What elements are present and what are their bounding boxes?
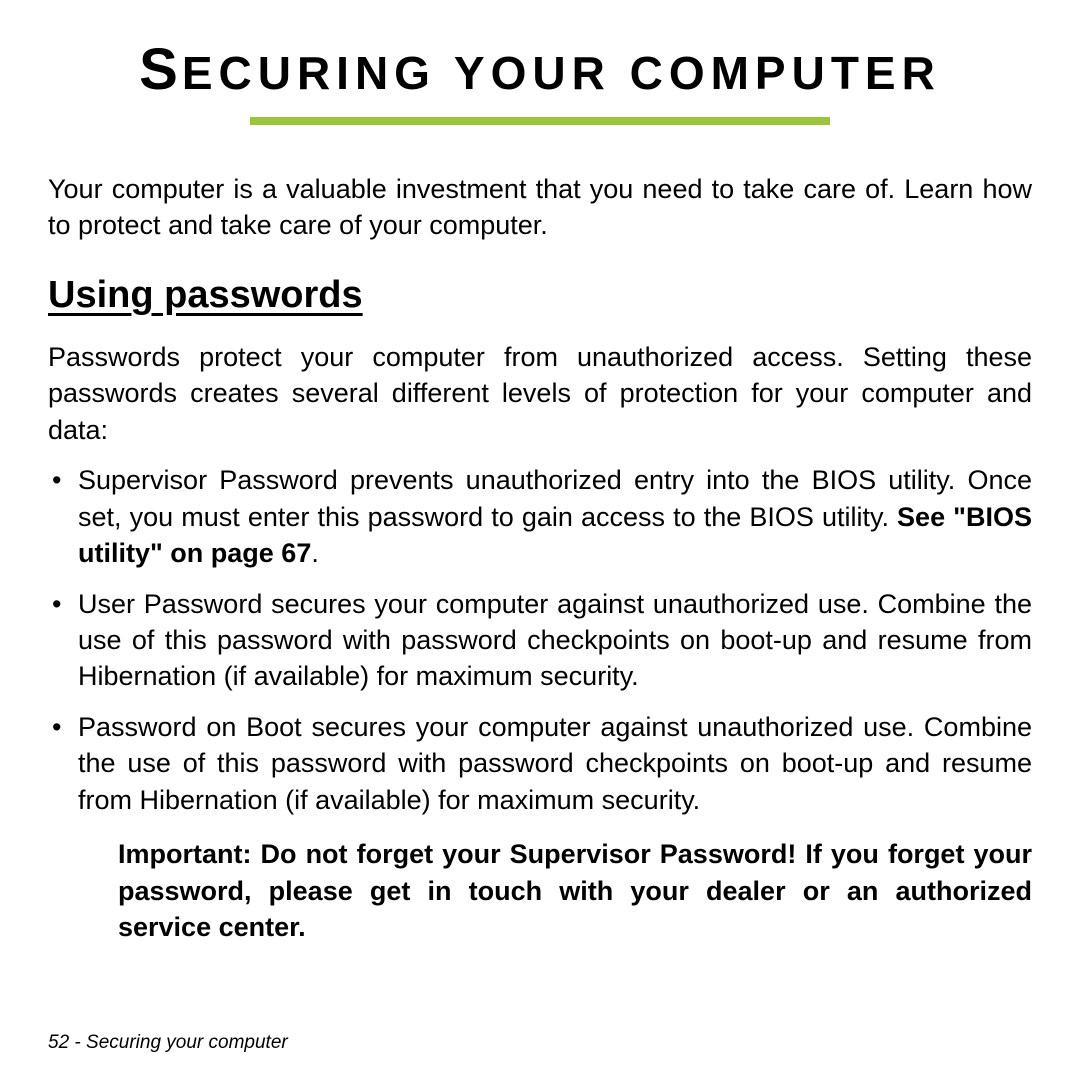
password-types-list: Supervisor Password prevents unauthorize… [48,462,1032,818]
title-cap-s: S [139,37,182,102]
title-word-2: YOUR [454,47,611,99]
list-item-text: Password on Boot secures your computer a… [78,712,1032,815]
list-item-text: Supervisor Password prevents unauthorize… [78,465,1032,531]
list-item: User Password secures your computer agai… [48,586,1032,695]
section-intro-paragraph: Passwords protect your computer from una… [48,339,1032,448]
section-heading-using-passwords: Using passwords [48,274,1032,317]
list-item-text-post: . [311,538,319,568]
list-item: Supervisor Password prevents unauthorize… [48,462,1032,571]
intro-paragraph: Your computer is a valuable investment t… [48,171,1032,244]
list-item: Password on Boot secures your computer a… [48,709,1032,818]
title-word-3: COMPUTER [630,47,941,99]
page-footer: 52 - Securing your computer [48,1032,288,1054]
title-underline [250,117,830,125]
important-note: Important: Do not forget your Supervisor… [118,836,1032,945]
page: SECURING YOUR COMPUTER Your computer is … [0,0,1080,1080]
page-title: SECURING YOUR COMPUTER [48,36,1032,103]
list-item-text: User Password secures your computer agai… [78,589,1032,692]
title-word-1: ECURING [182,47,436,99]
